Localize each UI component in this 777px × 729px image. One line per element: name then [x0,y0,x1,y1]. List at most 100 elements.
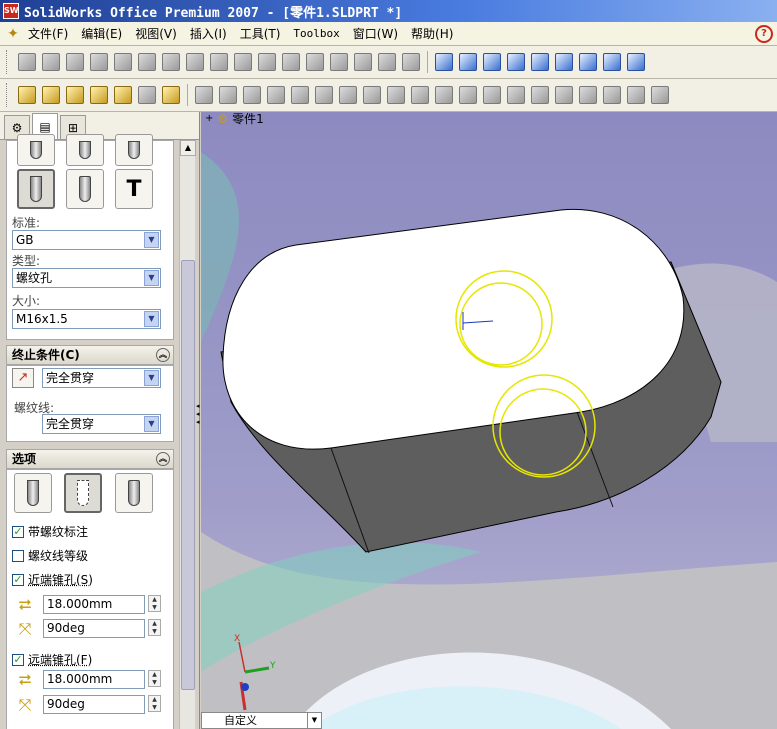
options-icon[interactable] [354,53,372,71]
pattern-icon[interactable] [483,86,501,104]
wrap-icon[interactable] [555,86,573,104]
delete-icon[interactable] [210,53,228,71]
appearance-icon[interactable] [378,53,396,71]
spinner-icon[interactable]: ▲ ▼ [148,670,161,687]
view-normal-icon[interactable] [579,53,597,71]
new-document-icon[interactable] [18,53,36,71]
option-tap-drill-button[interactable] [14,473,52,513]
coordinate-system-icon[interactable] [627,86,645,104]
display-style-icon[interactable] [138,86,156,104]
loft-icon[interactable] [267,86,285,104]
option-remove-thread-button[interactable] [115,473,153,513]
arc-icon[interactable] [114,86,132,104]
end-condition-select[interactable]: 完全贯穿 ▼ [42,368,161,388]
spinner-icon[interactable]: ▲ ▼ [148,595,161,612]
menu-toolbox[interactable]: Toolbox [293,27,339,40]
type-select[interactable]: 螺纹孔 ▼ [12,268,161,288]
chevron-down-icon[interactable]: ▼ [144,311,159,327]
collapse-icon[interactable]: ︽ [156,348,170,362]
hole-type-tapped-button[interactable] [17,169,55,209]
paste-icon[interactable] [186,53,204,71]
menu-help[interactable]: 帮助(H) [411,25,453,42]
cosmetic-thread-checkbox[interactable]: ✓ 带螺纹标注 [12,523,88,540]
dome-icon[interactable] [531,86,549,104]
sweep-icon[interactable] [243,86,261,104]
shell-icon[interactable] [435,86,453,104]
hole-type-hole-button[interactable] [115,134,153,166]
menu-view[interactable]: 视图(V) [135,25,177,42]
options-header[interactable]: 选项 ︽ [6,449,174,469]
chevron-down-icon[interactable]: ▼ [144,416,159,432]
reverse-direction-icon[interactable]: ↗ [12,368,34,388]
panel-scrollbar[interactable]: ▲ [179,140,196,729]
redo-icon[interactable] [258,53,276,71]
line-icon[interactable] [90,86,108,104]
rib-icon[interactable] [411,86,429,104]
extrude-boss-icon[interactable] [195,86,213,104]
size-select[interactable]: M16x1.5 ▼ [12,309,161,329]
hole-wizard-icon[interactable] [339,86,357,104]
rebuild-icon[interactable] [306,53,324,71]
checkbox-checked-icon[interactable]: ✓ [12,525,24,538]
spinner-icon[interactable]: ▲ ▼ [148,619,161,636]
thread-class-checkbox[interactable]: 螺纹线等级 [12,547,88,564]
revolve-cut-icon[interactable] [315,86,333,104]
curve-icon[interactable] [651,86,669,104]
far-side-countersink-checkbox[interactable]: ✓ 远端锥孔(F) [12,651,92,668]
menu-insert[interactable]: 插入(I) [190,25,227,42]
menu-tools[interactable]: 工具(T) [240,25,281,42]
fillet-icon[interactable] [363,86,381,104]
view-isometric-icon[interactable] [603,53,621,71]
reference-plane-icon[interactable] [579,86,597,104]
menu-file[interactable]: 文件(F) [28,25,68,42]
hole-type-counterbore-button[interactable] [17,134,55,166]
revolve-boss-icon[interactable] [219,86,237,104]
solidworks-app-icon[interactable]: SW [3,3,19,19]
near-angle-input[interactable]: 90deg [43,619,145,638]
feature-tree-root[interactable]: + ⚙ 零件1 [205,112,264,127]
far-diameter-input[interactable]: 18.000mm [43,670,145,689]
copy-icon[interactable] [162,53,180,71]
hole-type-pipe-tap-button[interactable] [66,169,104,209]
view-bottom-icon[interactable] [555,53,573,71]
checkbox-checked-icon[interactable]: ✓ [12,653,24,666]
scroll-thumb[interactable] [181,260,195,690]
help-icon[interactable]: ? [755,25,773,43]
reference-axis-icon[interactable] [603,86,621,104]
feature-icon[interactable] [18,86,36,104]
hole-type-legacy-button[interactable]: T [115,169,153,209]
print-icon[interactable] [90,53,108,71]
chevron-down-icon[interactable]: ▼ [144,370,159,386]
print-preview-icon[interactable] [114,53,132,71]
menu-edit[interactable]: 编辑(E) [81,25,122,42]
view-top-icon[interactable] [531,53,549,71]
thread-select[interactable]: 完全贯穿 ▼ [42,414,161,434]
near-diameter-input[interactable]: 18.000mm [43,595,145,614]
menu-window[interactable]: 窗口(W) [353,25,398,42]
collapse-icon[interactable]: ︽ [156,452,170,466]
hole-type-countersink-button[interactable] [66,134,104,166]
view-front-icon[interactable] [435,53,453,71]
zoom-to-fit-icon[interactable] [402,53,420,71]
end-condition-header[interactable]: 终止条件(C) ︽ [6,345,174,365]
view-back-icon[interactable] [459,53,477,71]
chevron-down-icon[interactable]: ▼ [307,713,321,728]
checkbox-unchecked-icon[interactable] [12,549,24,562]
scroll-up-icon[interactable]: ▲ [180,140,196,156]
spinner-icon[interactable]: ▲ ▼ [148,695,161,712]
model-view-svg[interactable] [201,112,777,729]
section-view-icon[interactable] [162,86,180,104]
toolbar-grip[interactable] [6,50,9,74]
open-icon[interactable] [42,53,60,71]
draft-icon[interactable] [459,86,477,104]
edit-color-icon[interactable] [330,53,348,71]
view-trimetric-icon[interactable] [627,53,645,71]
sketch-icon[interactable] [42,86,60,104]
graphics-viewport[interactable]: + ⚙ 零件1 X Y 自定义 ▼ [201,112,777,729]
undo-icon[interactable] [234,53,252,71]
near-side-countersink-checkbox[interactable]: ✓ 近端锥孔(S) [12,571,93,588]
checkbox-checked-icon[interactable]: ✓ [12,573,24,586]
view-orientation-select[interactable]: 自定义 ▼ [201,712,322,729]
solidworks-logo-icon[interactable]: ✦ [4,25,22,43]
option-cosmetic-thread-button[interactable] [64,473,102,513]
